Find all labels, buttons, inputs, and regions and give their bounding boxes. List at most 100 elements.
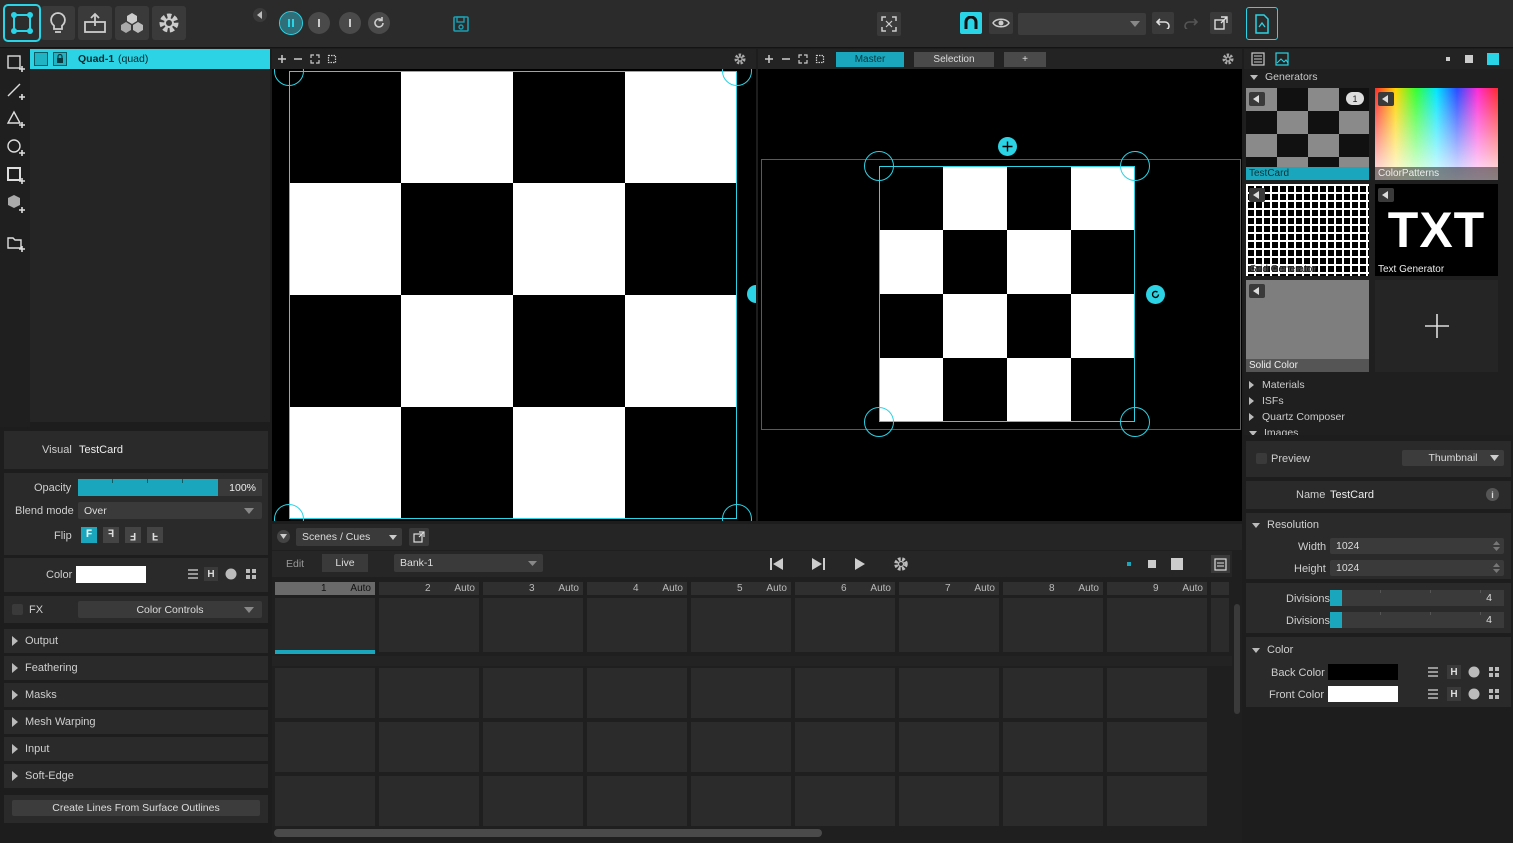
output-button[interactable]	[78, 6, 112, 40]
save-button[interactable]	[450, 13, 472, 35]
zoom-out-icon[interactable]	[293, 54, 303, 64]
cue-column-header[interactable]: 4 Auto	[587, 582, 687, 595]
output-canvas[interactable]	[758, 69, 1242, 521]
hsb-button[interactable]: H	[1447, 687, 1461, 701]
add-line-icon[interactable]	[6, 81, 28, 101]
thumb-size-large-button[interactable]	[1487, 53, 1499, 65]
color-sliders-button[interactable]	[186, 567, 200, 581]
cue-cell[interactable]	[275, 722, 375, 772]
cue-cell[interactable]	[1003, 722, 1103, 772]
cue-list-button[interactable]	[1211, 555, 1230, 573]
zoom-in-icon[interactable]	[764, 54, 774, 64]
lightbulb-button[interactable]	[41, 6, 75, 40]
cue-cell[interactable]	[483, 776, 583, 826]
cue-cell[interactable]	[795, 668, 895, 718]
input-corner-handle[interactable]	[722, 504, 752, 521]
cue-cell[interactable]	[1003, 598, 1103, 652]
gear-icon[interactable]	[733, 52, 747, 66]
cue-cell[interactable]	[795, 598, 895, 652]
grid-icon[interactable]	[1488, 688, 1500, 700]
cue-column-header[interactable]: 5 Auto	[691, 582, 791, 595]
layer-visibility-toggle[interactable]	[34, 52, 48, 66]
cues-horizontal-scrollbar[interactable]	[274, 829, 822, 837]
flip-horizontal-button[interactable]: F	[103, 527, 119, 543]
cue-cell[interactable]	[795, 776, 895, 826]
cue-column-header[interactable]: 6 Auto	[795, 582, 895, 595]
output-move-handle[interactable]	[998, 137, 1017, 156]
soft-edge-section-header[interactable]: Soft-Edge	[4, 764, 268, 788]
output-section-header[interactable]: Output	[4, 629, 268, 653]
preset-select[interactable]	[1018, 13, 1146, 35]
cue-cell[interactable]	[483, 722, 583, 772]
actual-size-icon[interactable]	[815, 54, 825, 64]
generator-text[interactable]: TXT Text Generator	[1375, 184, 1498, 276]
list-view-icon[interactable]	[1251, 52, 1265, 66]
cue-cell[interactable]	[691, 668, 791, 718]
next-cue-icon[interactable]	[810, 557, 826, 571]
output-corner-handle[interactable]	[1120, 151, 1150, 181]
cue-column-header[interactable]: 9 Auto	[1107, 582, 1207, 595]
fx-checkbox[interactable]	[12, 604, 23, 615]
add-group-icon[interactable]	[6, 233, 28, 253]
fit-icon[interactable]	[310, 54, 320, 64]
layer-row[interactable]: Quad-1 (quad)	[30, 49, 270, 69]
cue-cell[interactable]	[587, 722, 687, 772]
cue-cell[interactable]	[1107, 722, 1207, 772]
cue-cell[interactable]	[275, 668, 375, 718]
front-color-swatch[interactable]	[1328, 686, 1398, 702]
redo-button[interactable]	[1180, 12, 1202, 34]
generator-testcard[interactable]: 1 TestCard	[1246, 88, 1369, 180]
export-button[interactable]	[1210, 12, 1232, 34]
preview-checkbox[interactable]	[1256, 453, 1267, 464]
cue-cell[interactable]	[1003, 776, 1103, 826]
cue-cell[interactable]	[483, 598, 583, 652]
add-quad-icon[interactable]	[6, 53, 28, 73]
back-arrow-icon[interactable]	[1378, 188, 1394, 202]
cue-cell[interactable]	[587, 598, 687, 652]
folder-isfs[interactable]: ISFs	[1249, 395, 1284, 407]
hsb-button[interactable]: H	[1447, 665, 1461, 679]
cues-vertical-scrollbar[interactable]	[1234, 604, 1240, 714]
cue-cell[interactable]	[379, 722, 479, 772]
cue-cell[interactable]	[691, 722, 791, 772]
cue-column-header[interactable]: 7 Auto	[899, 582, 999, 595]
add-generator-button[interactable]	[1375, 280, 1498, 372]
back-arrow-icon[interactable]	[1249, 284, 1265, 298]
edit-mode-tab[interactable]: Edit	[286, 558, 304, 570]
flip-none-button[interactable]: F	[81, 527, 97, 543]
folder-materials[interactable]: Materials	[1249, 379, 1305, 391]
fx-select[interactable]: Color Controls	[78, 601, 262, 618]
actual-size-icon[interactable]	[327, 54, 337, 64]
cue-cell[interactable]	[899, 722, 999, 772]
generator-solid-color[interactable]: Solid Color	[1246, 280, 1369, 372]
cue-cell[interactable]	[1211, 598, 1229, 652]
image-view-icon[interactable]	[1275, 52, 1289, 66]
stepper-icon[interactable]	[1493, 541, 1500, 551]
folder-quartz-composer[interactable]: Quartz Composer	[1249, 411, 1345, 423]
generators-folder[interactable]: Generators	[1250, 71, 1318, 83]
detach-cues-button[interactable]	[409, 528, 429, 546]
opacity-slider[interactable]: 100%	[78, 479, 262, 496]
previous-cue-icon[interactable]	[769, 557, 785, 571]
cue-column-header[interactable]: 2 Auto	[379, 582, 479, 595]
input-section-header[interactable]: Input	[4, 737, 268, 761]
cell-size-large-button[interactable]	[1171, 558, 1183, 570]
sliders-icon[interactable]	[1427, 688, 1439, 700]
cue-cell[interactable]	[587, 776, 687, 826]
document-button[interactable]	[1246, 7, 1278, 40]
color-wheel-icon[interactable]	[1468, 688, 1480, 700]
info-icon[interactable]: i	[1486, 488, 1499, 501]
cue-column-header[interactable]: 1 Auto	[275, 582, 375, 595]
media-cubes-button[interactable]	[115, 6, 149, 40]
cue-column-header[interactable]: 8 Auto	[1003, 582, 1103, 595]
cue-cell[interactable]	[1003, 668, 1103, 718]
output-rotate-handle[interactable]	[1146, 285, 1165, 304]
cue-cell[interactable]	[795, 722, 895, 772]
layer-lock-toggle[interactable]	[53, 52, 67, 66]
cue-cell[interactable]	[691, 598, 791, 652]
stepper-icon[interactable]	[1493, 563, 1500, 573]
sliders-icon[interactable]	[1427, 666, 1439, 678]
zoom-in-icon[interactable]	[277, 54, 287, 64]
tab-master[interactable]: Master	[836, 52, 904, 67]
cue-column-header[interactable]: 3 Auto	[483, 582, 583, 595]
